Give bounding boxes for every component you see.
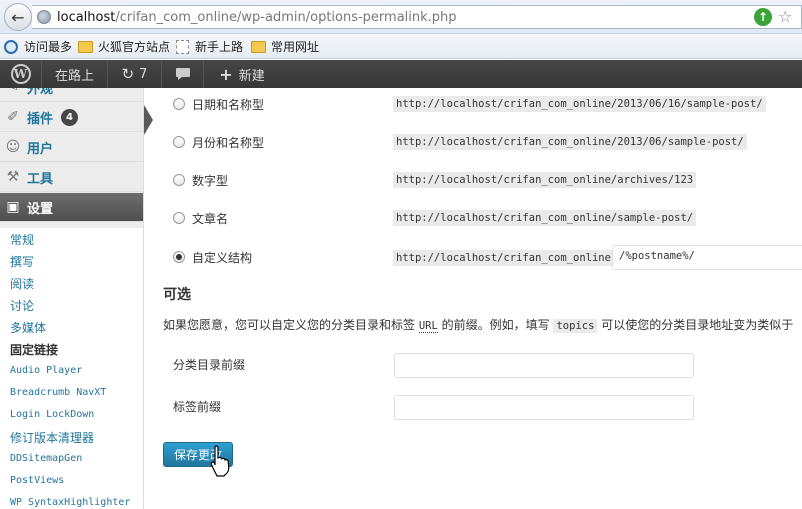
browser-navigation-bar: ← localhost/crifan_com_online/wp-admin/o… (0, 0, 802, 34)
submenu-reading[interactable]: 阅读 (10, 275, 34, 292)
option-label: 数字型 (192, 174, 229, 188)
updates-icon: ↻ (121, 65, 135, 83)
submenu-breadcrumb-navxt[interactable]: Breadcrumb NavXT (10, 387, 106, 398)
submenu-audio-player[interactable]: Audio Player (10, 365, 82, 376)
menu-appearance[interactable]: ✎外观 (0, 88, 143, 102)
submenu-revision-cleaner[interactable]: 修订版本清理器 (10, 429, 94, 446)
go-arrow-icon[interactable]: ↑ (754, 8, 772, 26)
folder-icon (251, 40, 266, 53)
permalink-example: http://localhost/crifan_com_online/archi… (393, 172, 697, 188)
menu-settings[interactable]: ▣ 设置 (0, 193, 143, 222)
category-base-input[interactable] (394, 353, 694, 378)
submenu-discussion[interactable]: 讨论 (10, 297, 34, 314)
bookmark-getting-started[interactable]: 新手上路 (176, 38, 243, 55)
submenu-general[interactable]: 常规 (10, 231, 34, 248)
option-label: 自定义结构 (192, 251, 253, 265)
permalink-example: http://localhost/crifan_com_online/2013/… (393, 96, 766, 112)
new-content-link[interactable]: + 新建 (204, 60, 280, 88)
radio-numeric[interactable] (173, 174, 185, 186)
bookmarks-toolbar: 访问最多 火狐官方站点 新手上路 常用网址 (0, 34, 802, 59)
menu-users[interactable]: ☺ 用户 (0, 133, 143, 162)
current-menu-arrow (144, 105, 153, 135)
radio-custom-structure[interactable] (173, 251, 185, 263)
option-label: 文章名 (192, 212, 229, 226)
submenu-postviews[interactable]: PostViews (10, 475, 64, 486)
settings-icon: ▣ (6, 199, 20, 215)
back-button[interactable]: ← (4, 3, 32, 31)
wp-admin-bar: W 在路上 ↻ 7 + 新建 (0, 60, 802, 88)
folder-icon (78, 40, 93, 53)
comment-bubble-icon (175, 68, 190, 80)
permalink-example: http://localhost/crifan_com_online/sampl… (393, 210, 697, 226)
site-name-link[interactable]: 在路上 (42, 60, 108, 88)
users-icon: ☺ (5, 139, 21, 155)
optional-heading: 可选 (163, 287, 191, 303)
appearance-icon: ✎ (5, 88, 21, 95)
plus-icon: + (219, 64, 233, 84)
permalink-example: http://localhost/crifan_com_online/2013/… (393, 134, 747, 150)
submenu-writing[interactable]: 撰写 (10, 253, 34, 270)
comments-link[interactable] (162, 60, 204, 88)
tag-base-input[interactable] (394, 395, 694, 420)
submenu-wp-syntaxhighlighter[interactable]: WP SyntaxHighlighter (10, 497, 130, 508)
optional-description: 如果您愿意，您可以自定义您的分类目录和标签 URL 的前缀。例如，填写 topi… (163, 318, 794, 333)
updates-link[interactable]: ↻ 7 (108, 60, 162, 88)
admin-sidebar: ✎外观 ✐插件4 ☺用户 ⚒工具 ▣设置 常规 撰写 阅读 讨论 多媒体 固定链… (0, 88, 144, 509)
submenu-media[interactable]: 多媒体 (10, 319, 46, 336)
hand-pointer-icon (210, 445, 230, 477)
url-text: localhost/crifan_com_online/wp-admin/opt… (57, 10, 457, 25)
plugins-update-badge: 4 (61, 108, 79, 126)
tag-base-label: 标签前缀 (173, 400, 222, 414)
menu-plugins[interactable]: ✐ 插件 4 (0, 103, 143, 132)
menu-tools[interactable]: ⚒ 工具 (0, 163, 143, 192)
bookmark-star-icon[interactable]: ☆ (778, 7, 792, 26)
bookmark-most-visited[interactable]: 访问最多 (4, 38, 72, 55)
wordpress-logo-button[interactable]: W (0, 60, 42, 88)
submenu-login-lockdown[interactable]: Login LockDown (10, 409, 94, 420)
back-arrow-icon: ← (11, 7, 25, 27)
custom-structure-input[interactable]: /%postname%/ (612, 245, 802, 270)
address-bar[interactable]: localhost/crifan_com_online/wp-admin/opt… (32, 5, 802, 29)
radio-day-and-name[interactable] (173, 98, 185, 110)
submenu-permalinks[interactable]: 固定链接 (10, 341, 58, 358)
plugins-icon: ✐ (7, 109, 19, 125)
option-label: 日期和名称型 (192, 98, 265, 112)
radio-month-and-name[interactable] (173, 136, 185, 148)
tools-icon: ⚒ (6, 169, 20, 185)
most-visited-icon (4, 39, 18, 54)
radio-post-name[interactable] (173, 212, 185, 224)
category-base-label: 分类目录前缀 (173, 358, 246, 372)
page-icon (176, 39, 189, 54)
submenu-ddsitemapgen[interactable]: DDSitemapGen (10, 453, 82, 464)
bookmark-common-urls[interactable]: 常用网址 (251, 38, 319, 55)
option-label: 月份和名称型 (192, 136, 265, 150)
bookmark-firefox-site[interactable]: 火狐官方站点 (78, 38, 170, 55)
globe-icon (37, 10, 51, 24)
wordpress-logo-icon: W (10, 64, 31, 84)
custom-structure-prefix: http://localhost/crifan_com_online (393, 250, 614, 266)
